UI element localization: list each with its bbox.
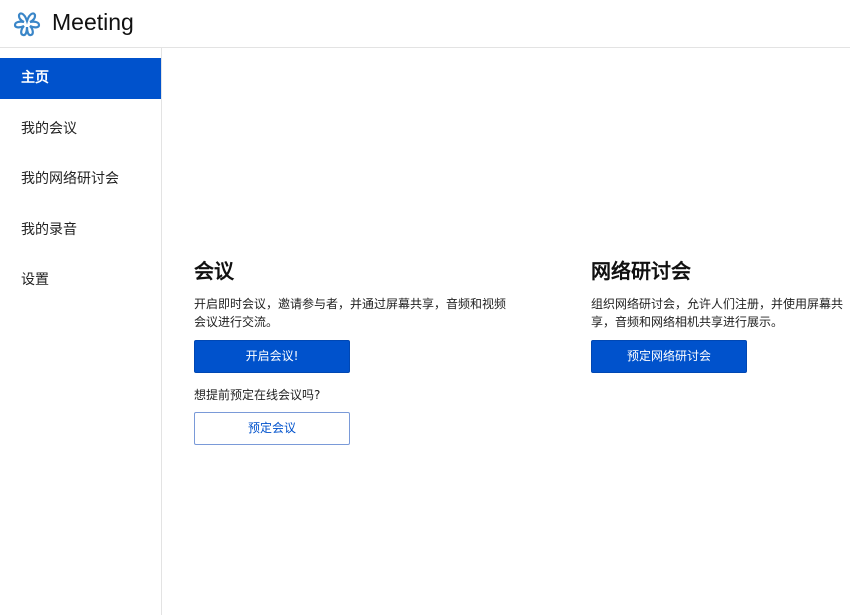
meeting-section: 会议 开启即时会议，邀请参与者，并通过屏幕共享，音频和视频 会议进行交流。 开启… <box>194 258 524 445</box>
webinar-section: 网络研讨会 组织网络研讨会，允许人们注册，并使用屏幕共 享，音频和网络相机共享进… <box>591 258 850 373</box>
start-meeting-button[interactable]: 开启会议! <box>194 340 350 373</box>
webinar-desc-line: 组织网络研讨会，允许人们注册，并使用屏幕共 <box>591 297 844 311</box>
sidebar-item-home[interactable]: 主页 <box>0 58 161 99</box>
flower-logo-icon <box>13 12 41 37</box>
webinar-title: 网络研讨会 <box>591 259 691 283</box>
sidebar: 主页 我的会议 我的网络研讨会 我的录音 设置 <box>0 48 162 615</box>
meeting-title: 会议 <box>194 259 234 283</box>
meeting-desc-line: 开启即时会议，邀请参与者，并通过屏幕共享，音频和视频 <box>194 297 507 311</box>
schedule-webinar-button[interactable]: 预定网络研讨会 <box>591 340 747 373</box>
app-header: Meeting <box>0 0 850 48</box>
sidebar-item-my-webinars[interactable]: 我的网络研讨会 <box>0 159 161 200</box>
schedule-meeting-button[interactable]: 预定会议 <box>194 412 350 445</box>
sidebar-item-settings[interactable]: 设置 <box>0 260 161 301</box>
app-title: Meeting <box>52 9 134 35</box>
meeting-desc-line: 会议进行交流。 <box>194 315 279 329</box>
webinar-desc-line: 享，音频和网络相机共享进行展示。 <box>591 315 784 329</box>
webinar-description: 组织网络研讨会，允许人们注册，并使用屏幕共 享，音频和网络相机共享进行展示。 <box>591 295 850 331</box>
meeting-description: 开启即时会议，邀请参与者，并通过屏幕共享，音频和视频 会议进行交流。 <box>194 295 524 331</box>
schedule-question: 想提前预定在线会议吗? <box>194 388 321 402</box>
sidebar-item-my-meetings[interactable]: 我的会议 <box>0 109 161 150</box>
sidebar-item-my-recordings[interactable]: 我的录音 <box>0 210 161 251</box>
